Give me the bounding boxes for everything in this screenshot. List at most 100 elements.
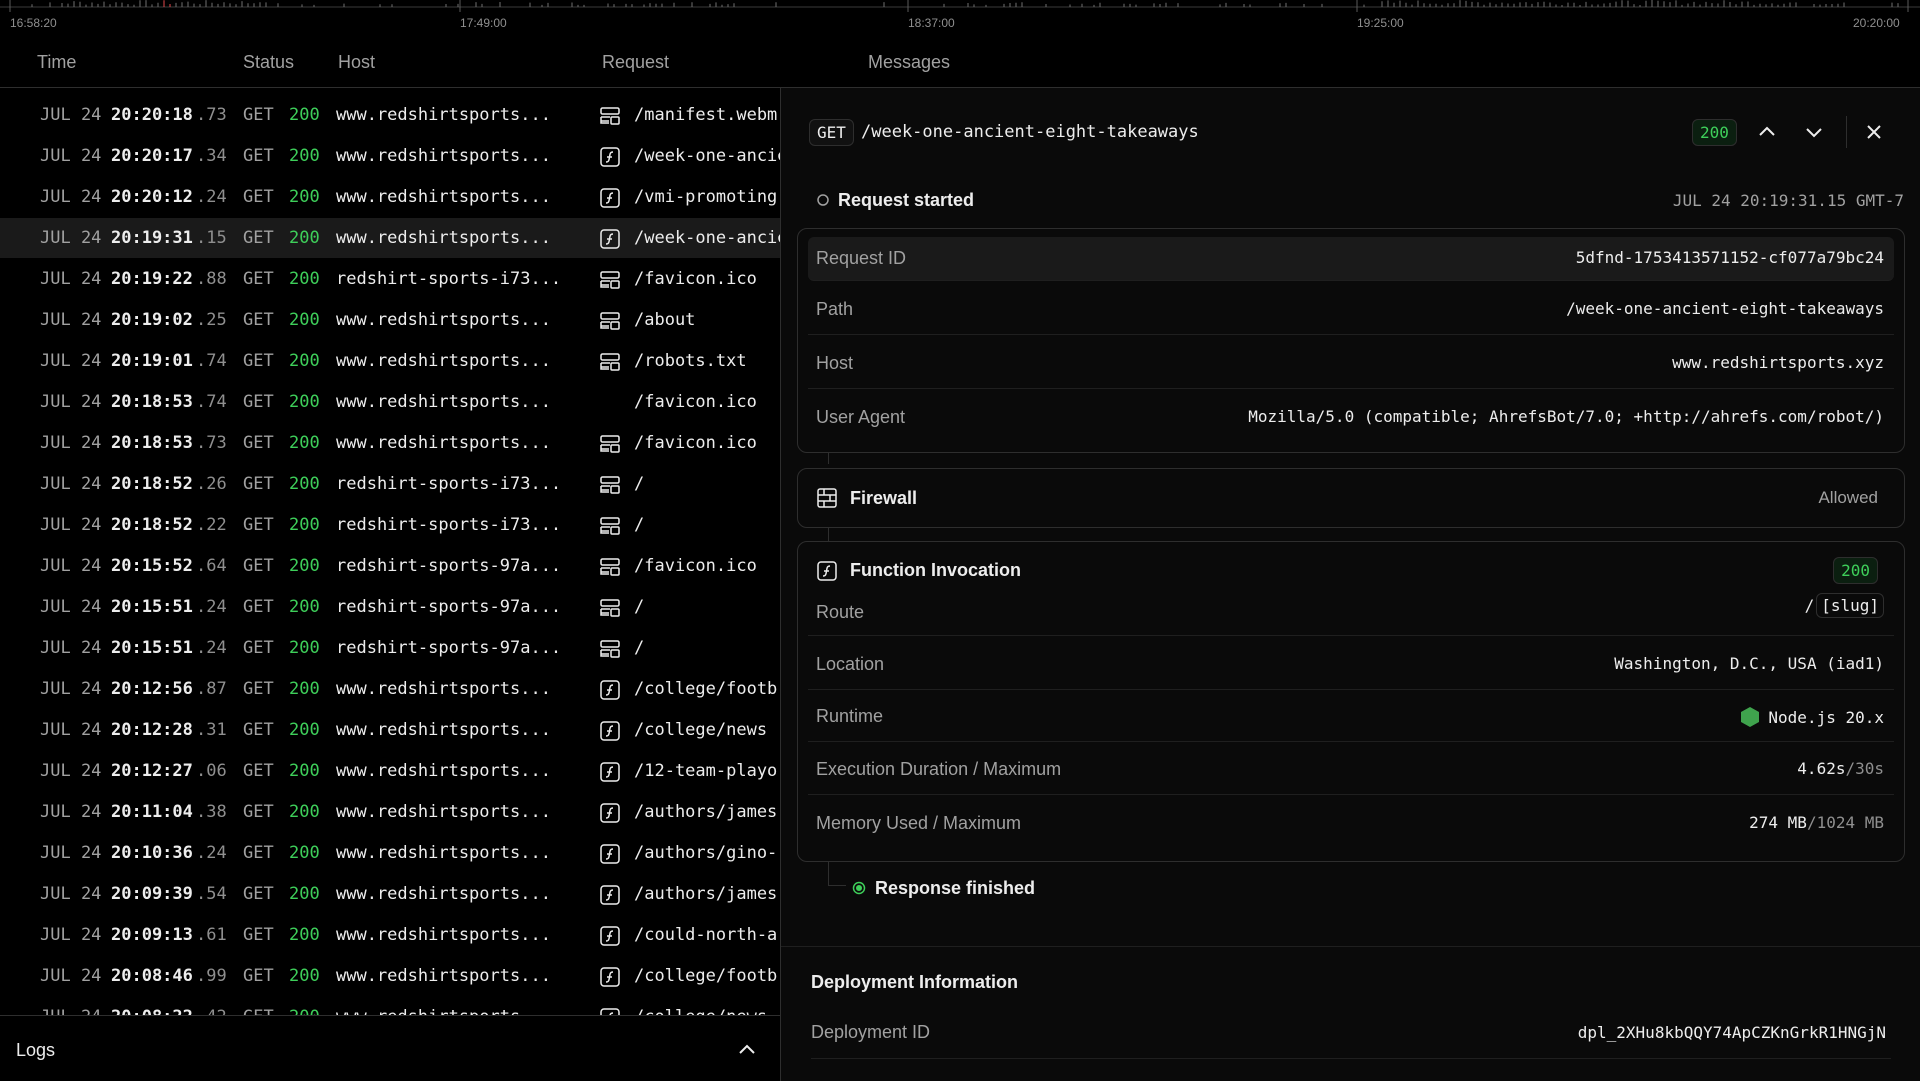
host-value[interactable]: www.redshirtsports.xyz	[1672, 353, 1884, 372]
row-date: JUL 24	[40, 925, 102, 945]
table-row[interactable]: JUL 24 20:18:52.26 GET 200 redshirt-sports-i…	[0, 464, 780, 504]
row-ms: .24	[196, 638, 227, 658]
row-host: www.redshirtsports...	[336, 802, 551, 822]
row-time: 20:15:51	[111, 638, 193, 658]
chevron-up-icon[interactable]	[737, 1040, 757, 1060]
column-header-request[interactable]: Request	[602, 52, 669, 73]
table-row[interactable]: JUL 24 20:09:39.54 GET 200 www.redshirtsport…	[0, 874, 780, 914]
timeline-chart[interactable]	[0, 0, 1920, 40]
table-row[interactable]: JUL 24 20:12:56.87 GET 200 www.redshirtsport…	[0, 669, 780, 709]
row-date: JUL 24	[40, 679, 102, 699]
row-method: GET	[243, 187, 274, 207]
messages-header: Messages	[780, 40, 1920, 88]
table-row[interactable]: JUL 24 20:15:51.24 GET 200 redshirt-sports-9…	[0, 628, 780, 668]
user-agent-value[interactable]: Mozilla/5.0 (compatible; AhrefsBot/7.0; …	[1248, 407, 1884, 426]
request-started-label: Request started	[838, 190, 975, 210]
static-asset-icon	[599, 556, 621, 578]
request-detail-panel: GET /week-one-ancient-eight-takeaways 20…	[780, 88, 1920, 1081]
function-icon	[599, 802, 621, 824]
column-header-status[interactable]: Status	[243, 52, 294, 73]
row-ms: .73	[196, 105, 227, 125]
row-host: www.redshirtsports...	[336, 433, 551, 453]
row-path: /	[634, 515, 645, 535]
chevron-up-icon[interactable]	[1752, 117, 1782, 147]
table-row[interactable]: JUL 24 20:15:51.24 GET 200 redshirt-sports-9…	[0, 587, 780, 627]
firewall-icon	[817, 488, 837, 508]
row-method: GET	[243, 269, 274, 289]
table-row[interactable]: JUL 24 20:19:02.25 GET 200 www.redshirtsport…	[0, 300, 780, 340]
row-host: redshirt-sports-i73...	[336, 515, 562, 535]
firewall-card[interactable]: Firewall Allowed	[797, 468, 1905, 528]
table-row[interactable]: JUL 24 20:18:52.22 GET 200 redshirt-sports-i…	[0, 505, 780, 545]
function-icon	[599, 884, 621, 906]
table-row[interactable]: JUL 24 20:12:27.06 GET 200 www.redshirtsport…	[0, 751, 780, 791]
column-header-messages[interactable]: Messages	[868, 52, 950, 73]
row-time: 20:19:31	[111, 228, 193, 248]
deployment-id-value[interactable]: dpl_2XHu8kbQQY74ApCZKnGrkR1HNGjN	[1578, 1023, 1886, 1042]
row-ms: .99	[196, 966, 227, 986]
row-path: /favicon.ico	[634, 556, 757, 576]
table-row[interactable]: JUL 24 20:11:04.38 GET 200 www.redshirtsport…	[0, 792, 780, 832]
static-asset-icon	[599, 638, 621, 660]
row-status: 200	[289, 925, 320, 945]
row-path: /authors/james	[634, 802, 778, 822]
function-icon	[599, 966, 621, 988]
row-method: GET	[243, 720, 274, 740]
table-row[interactable]: JUL 24 20:10:36.24 GET 200 www.redshirtsport…	[0, 833, 780, 873]
row-path: /could-north-a	[634, 925, 778, 945]
path-value[interactable]: /week-one-ancient-eight-takeaways	[1566, 299, 1884, 318]
table-row[interactable]: JUL 24 20:08:46.99 GET 200 www.redshirtsport…	[0, 956, 780, 996]
row-method: GET	[243, 966, 274, 986]
logs-bar[interactable]: Logs	[0, 1015, 780, 1081]
row-date: JUL 24	[40, 843, 102, 863]
close-icon[interactable]	[1859, 117, 1889, 147]
row-time: 20:10:36	[111, 843, 193, 863]
row-method: GET	[243, 884, 274, 904]
row-ms: .15	[196, 228, 227, 248]
row-ms: .64	[196, 556, 227, 576]
logs-label: Logs	[16, 1040, 56, 1060]
row-path: /robots.txt	[634, 351, 747, 371]
table-row[interactable]: JUL 24 20:19:22.88 GET 200 redshirt-sports-i…	[0, 259, 780, 299]
table-row[interactable]: JUL 24 20:08:22.42 GET 200 www.redshirtsport…	[0, 997, 780, 1015]
row-status: 200	[289, 802, 320, 822]
row-date: JUL 24	[40, 433, 102, 453]
table-row[interactable]: JUL 24 20:20:17.34 GET 200 www.redshirtsport…	[0, 136, 780, 176]
row-path: /	[634, 474, 645, 494]
row-status: 200	[289, 843, 320, 863]
row-path: /favicon.ico	[634, 269, 757, 289]
row-method: GET	[243, 105, 274, 125]
request-id-value[interactable]: 5dfnd-1753413571152-cf077a79bc24	[1576, 248, 1884, 267]
row-ms: .61	[196, 925, 227, 945]
row-date: JUL 24	[40, 105, 102, 125]
column-header-host[interactable]: Host	[338, 52, 375, 73]
row-host: redshirt-sports-97a...	[336, 597, 562, 617]
table-row[interactable]: JUL 24 20:12:28.31 GET 200 www.redshirtsport…	[0, 710, 780, 750]
timeline[interactable]: 16:58:20 17:49:00 18:37:00 19:25:00 20:2…	[0, 0, 1920, 40]
table-row[interactable]: JUL 24 20:19:31.15 GET 200 www.redshirtsport…	[0, 218, 780, 258]
table-row[interactable]: JUL 24 20:19:01.74 GET 200 www.redshirtsport…	[0, 341, 780, 381]
request-started-timestamp: JUL 24 20:19:31.15 GMT-7	[1672, 191, 1904, 210]
table-row[interactable]: JUL 24 20:09:13.61 GET 200 www.redshirtsport…	[0, 915, 780, 955]
table-row[interactable]: JUL 24 20:15:52.64 GET 200 redshirt-sports-9…	[0, 546, 780, 586]
function-icon	[599, 1007, 621, 1015]
row-time: 20:18:52	[111, 515, 193, 535]
deployment-title: Deployment Information	[811, 972, 1019, 992]
static-asset-icon	[599, 433, 621, 455]
runtime-row: Runtime Node.js 20.x	[808, 692, 1894, 742]
chevron-down-icon[interactable]	[1799, 117, 1829, 147]
column-header-time[interactable]: Time	[37, 52, 76, 73]
table-row[interactable]: JUL 24 20:18:53.73 GET 200 www.redshirtsport…	[0, 423, 780, 463]
row-ms: .26	[196, 474, 227, 494]
row-status: 200	[289, 597, 320, 617]
function-icon	[599, 228, 621, 250]
table-row[interactable]: JUL 24 20:20:12.24 GET 200 www.redshirtsport…	[0, 177, 780, 217]
table-row[interactable]: JUL 24 20:20:18.73 GET 200 www.redshirtsport…	[0, 95, 780, 135]
row-status: 200	[289, 884, 320, 904]
table-row[interactable]: JUL 24 20:18:53.74 GET 200 www.redshirtsport…	[0, 382, 780, 422]
request-id-row[interactable]: Request ID 5dfnd-1753413571152-cf077a79b…	[808, 237, 1894, 281]
row-path: /	[634, 638, 645, 658]
function-icon	[599, 187, 621, 209]
row-date: JUL 24	[40, 966, 102, 986]
location-key: Location	[816, 654, 885, 674]
